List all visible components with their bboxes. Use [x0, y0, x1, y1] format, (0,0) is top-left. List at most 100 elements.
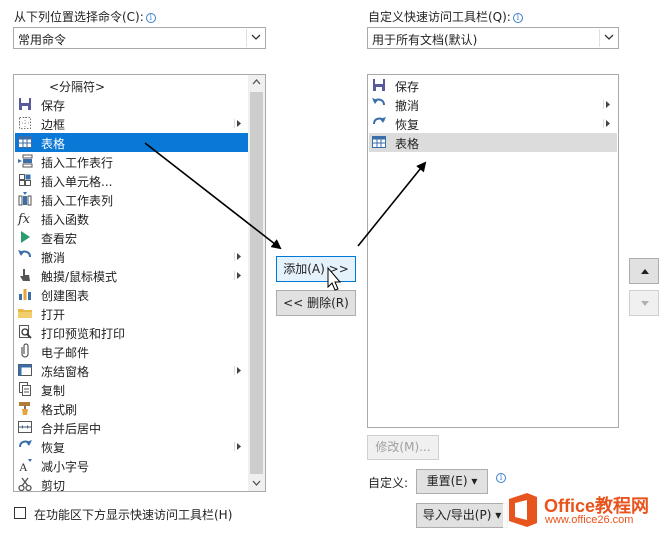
scroll-thumb[interactable]: [250, 92, 263, 474]
play-macro-icon: [21, 231, 30, 243]
toolbar-commands-list[interactable]: 保存撤消恢复 表格: [367, 74, 619, 428]
list-item[interactable]: 保存: [369, 76, 617, 95]
vertical-scrollbar[interactable]: [248, 75, 265, 491]
watermark-url: www.office26.com: [545, 514, 634, 526]
list-item-label: 打开: [41, 308, 66, 322]
border-icon: [19, 117, 31, 129]
list-item[interactable]: 冻结窗格: [15, 361, 248, 380]
customize-label: 自定义:: [368, 476, 409, 490]
info-icon[interactable]: i: [512, 13, 523, 23]
move-down-button[interactable]: [629, 290, 659, 316]
list-item[interactable]: 插入工作表列: [15, 190, 248, 209]
cut-icon: [18, 477, 32, 491]
insert-row-icon: [18, 154, 33, 168]
list-item-label: 打印预览和打印: [41, 327, 126, 341]
choose-commands-value: 常用命令: [18, 33, 67, 47]
modify-button[interactable]: 修改(M)...: [367, 435, 439, 460]
save-icon: [373, 79, 385, 91]
list-item[interactable]: 撤消: [15, 247, 248, 266]
list-item[interactable]: 撤消: [369, 95, 617, 114]
list-item[interactable]: 剪切: [15, 475, 248, 492]
scroll-down-icon[interactable]: [252, 480, 261, 486]
list-item-label: 插入工作表列: [41, 194, 114, 208]
show-below-ribbon-label: 在功能区下方显示快速访问工具栏(H): [34, 508, 233, 522]
list-item[interactable]: 边框: [15, 114, 248, 133]
submenu-arrow-icon: [234, 271, 241, 280]
undo-icon: [372, 98, 385, 106]
triangle-up-icon: [641, 269, 649, 274]
touch-icon: [20, 269, 30, 281]
list-item[interactable]: 表格: [15, 133, 248, 152]
reset-button[interactable]: 重置(E) ▾: [416, 469, 488, 494]
list-item[interactable]: 表格: [369, 133, 617, 152]
list-item[interactable]: <分隔符>: [15, 76, 248, 95]
choose-commands-combo[interactable]: 常用命令: [13, 27, 266, 49]
list-item[interactable]: 打开: [15, 304, 248, 323]
available-commands-list[interactable]: <分隔符> 保存边框表格 插入工作表行 插入单元格... 插入工作表列 fx 插入函数 查看宏…: [13, 74, 266, 492]
decrease-font-icon: A: [19, 459, 32, 473]
list-item-label: 合并后居中: [41, 422, 102, 436]
list-item-label: 插入函数: [41, 213, 90, 227]
move-up-button[interactable]: [629, 258, 659, 284]
table-icon: [18, 136, 32, 148]
office-logo-icon: [509, 493, 537, 527]
function-icon: fx: [17, 212, 31, 226]
attachment-icon: [21, 343, 29, 358]
list-item-label: 冻结窗格: [41, 365, 90, 379]
triangle-down-icon: [641, 301, 649, 306]
list-item-label: 电子邮件: [41, 346, 90, 360]
customize-toolbar-value: 用于所有文档(默认): [372, 33, 478, 47]
list-item[interactable]: 触摸/鼠标模式: [15, 266, 248, 285]
list-item[interactable]: 打印预览和打印: [15, 323, 248, 342]
list-item-label: 复制: [41, 384, 66, 398]
list-item-label: 撤消: [395, 99, 420, 113]
submenu-arrow-icon: [603, 100, 610, 109]
list-item-label: 创建图表: [41, 289, 90, 303]
list-item[interactable]: 查看宏: [15, 228, 248, 247]
list-item-label: 格式刷: [41, 403, 78, 417]
submenu-arrow-icon: [234, 119, 241, 128]
list-item[interactable]: 电子邮件: [15, 342, 248, 361]
chevron-down-icon[interactable]: [246, 29, 264, 47]
submenu-arrow-icon: [234, 366, 241, 375]
list-item-label: 边框: [41, 118, 66, 132]
list-item[interactable]: 复制: [15, 380, 248, 399]
list-item-label: <分隔符>: [49, 80, 106, 94]
submenu-arrow-icon: [234, 442, 241, 451]
submenu-arrow-icon: [234, 252, 241, 261]
add-button[interactable]: 添加(A) >>: [276, 256, 356, 282]
list-item[interactable]: 恢复: [15, 437, 248, 456]
freeze-panes-icon: [18, 364, 32, 376]
list-item[interactable]: 保存: [15, 95, 248, 114]
merge-center-icon: [18, 421, 32, 433]
table-icon: [372, 136, 386, 148]
list-item[interactable]: 创建图表: [15, 285, 248, 304]
redo-icon: [373, 117, 386, 125]
scroll-up-icon[interactable]: [252, 79, 261, 85]
show-below-ribbon-checkbox[interactable]: [14, 507, 26, 519]
list-item[interactable]: 合并后居中: [15, 418, 248, 437]
list-item-label: 表格: [41, 137, 66, 151]
list-item[interactable]: 恢复: [369, 114, 617, 133]
info-icon[interactable]: i: [496, 473, 506, 483]
remove-button[interactable]: << 删除(R): [276, 290, 356, 316]
folder-icon: [18, 309, 32, 318]
info-icon[interactable]: i: [145, 13, 156, 23]
list-item-label: 剪切: [41, 479, 66, 492]
list-item[interactable]: 插入工作表行: [15, 152, 248, 171]
chevron-down-icon[interactable]: [599, 29, 617, 47]
list-item-label: 撤消: [41, 251, 66, 265]
list-item[interactable]: 格式刷: [15, 399, 248, 418]
list-item[interactable]: fx 插入函数: [15, 209, 248, 228]
list-item[interactable]: 插入单元格...: [15, 171, 248, 190]
submenu-arrow-icon: [603, 119, 610, 128]
insert-column-icon: [18, 192, 32, 206]
print-preview-icon: [19, 325, 32, 339]
insert-cell-icon: [19, 174, 31, 186]
list-item-label: 恢复: [395, 118, 420, 132]
save-icon: [19, 98, 31, 110]
import-export-button[interactable]: 导入/导出(P) ▾: [416, 503, 508, 528]
list-item[interactable]: A 减小字号: [15, 456, 248, 475]
customize-toolbar-combo[interactable]: 用于所有文档(默认): [367, 27, 619, 49]
svg-text:fx: fx: [17, 212, 31, 226]
